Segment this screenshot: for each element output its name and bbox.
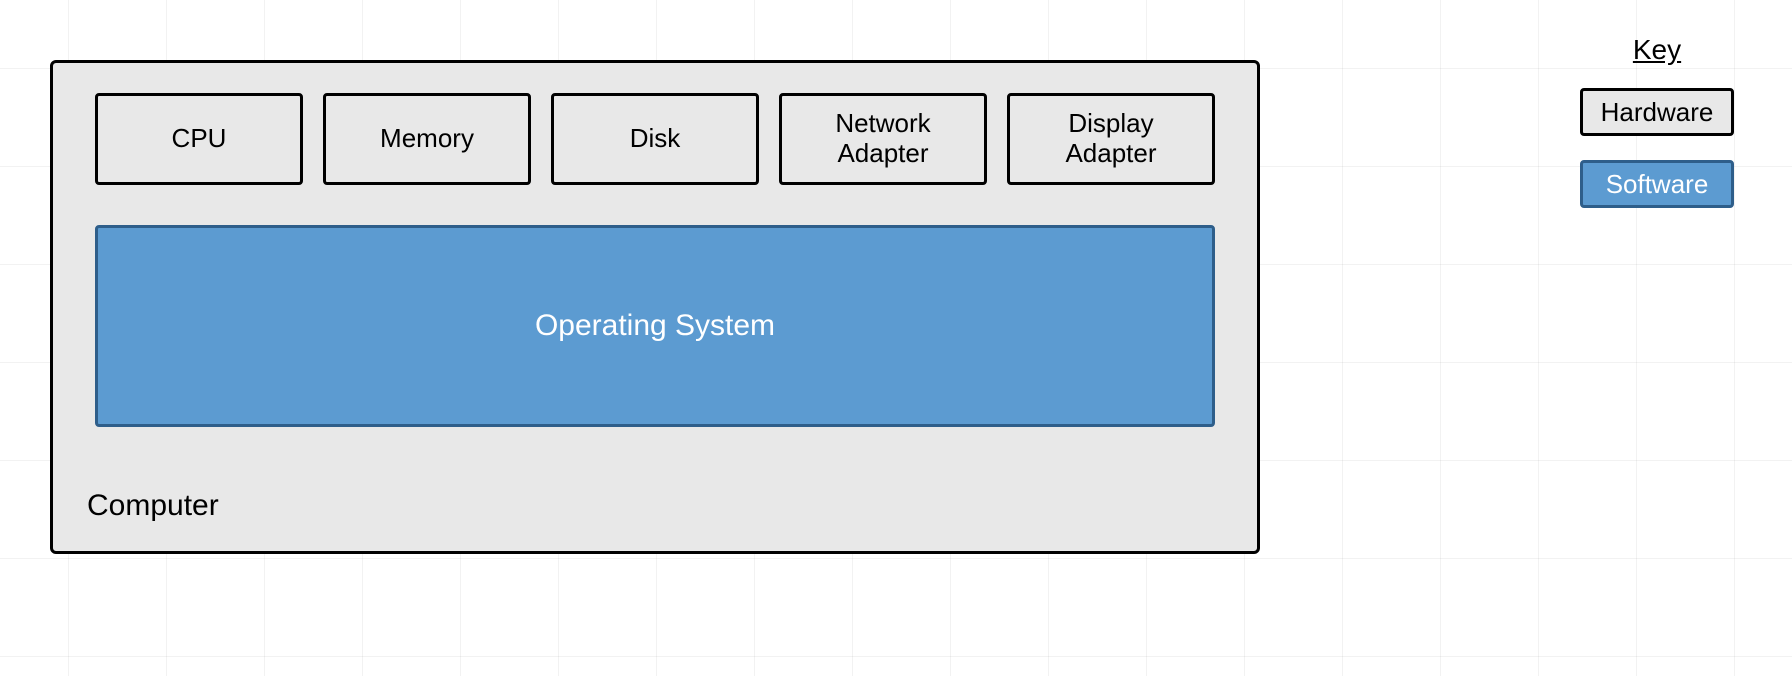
computer-label: Computer (87, 489, 219, 523)
hardware-label: Disk (630, 124, 681, 154)
operating-system-box: Operating System (95, 225, 1215, 427)
hardware-label: Memory (380, 124, 474, 154)
diagram-canvas: CPU Memory Disk NetworkAdapter DisplayAd… (0, 0, 1792, 676)
hardware-box-network-adapter: NetworkAdapter (779, 93, 987, 185)
hardware-box-disk: Disk (551, 93, 759, 185)
hardware-label: NetworkAdapter (835, 109, 930, 169)
hardware-box-display-adapter: DisplayAdapter (1007, 93, 1215, 185)
operating-system-label: Operating System (535, 309, 775, 343)
hardware-label: CPU (172, 124, 227, 154)
hardware-box-cpu: CPU (95, 93, 303, 185)
legend-software-label: Software (1606, 169, 1709, 200)
legend-item-software: Software (1580, 160, 1734, 208)
hardware-label: DisplayAdapter (1065, 109, 1156, 169)
hardware-box-memory: Memory (323, 93, 531, 185)
legend: Key Hardware Software (1580, 34, 1734, 232)
legend-title: Key (1633, 34, 1681, 66)
hardware-row: CPU Memory Disk NetworkAdapter DisplayAd… (95, 93, 1215, 185)
legend-item-hardware: Hardware (1580, 88, 1734, 136)
computer-container: CPU Memory Disk NetworkAdapter DisplayAd… (50, 60, 1260, 554)
legend-hardware-label: Hardware (1601, 97, 1714, 128)
